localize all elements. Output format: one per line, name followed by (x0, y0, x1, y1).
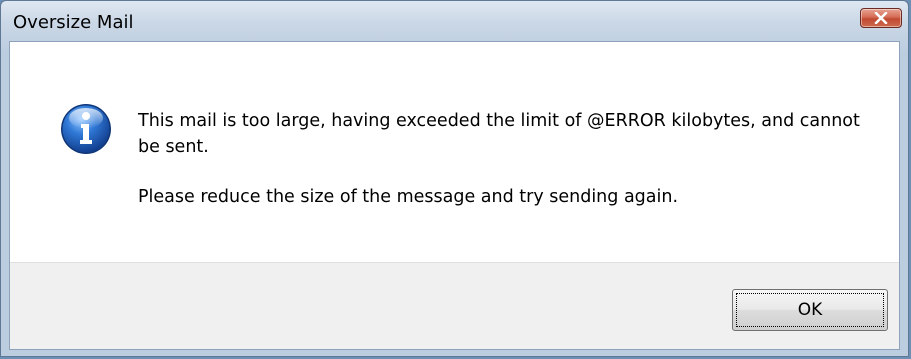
message-area: This mail is too large, having exceeded … (10, 42, 899, 262)
window-title: Oversize Mail (13, 12, 134, 33)
dialog-client-area: This mail is too large, having exceeded … (9, 41, 900, 350)
dialog-window: Oversize Mail This mail is too large, ha… (0, 0, 909, 357)
close-icon (874, 12, 888, 24)
message-line-2: Please reduce the size of the message an… (138, 187, 679, 207)
ok-button-label: OK (797, 300, 823, 320)
ok-button[interactable]: OK (732, 289, 888, 331)
title-bar[interactable]: Oversize Mail (1, 1, 908, 41)
close-button[interactable] (860, 8, 902, 28)
message-text: This mail is too large, having exceeded … (138, 108, 878, 210)
message-line-1: This mail is too large, having exceeded … (138, 111, 860, 157)
information-icon (61, 104, 111, 154)
